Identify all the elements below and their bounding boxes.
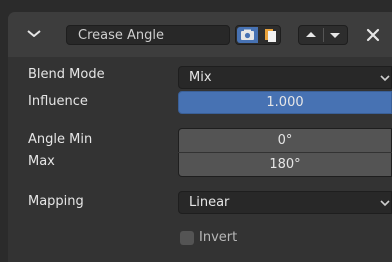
modifier-name-text: Crease Angle [78, 27, 164, 43]
modifier-panel: Crease Angle Blend Mode Mix Influence 1.… [8, 12, 392, 262]
blend-mode-label: Blend Mode [28, 67, 105, 82]
influence-slider[interactable]: 1.000 [178, 91, 392, 114]
blend-mode-dropdown[interactable]: Mix [178, 66, 392, 89]
copy-icon [265, 29, 276, 42]
render-camera-icon [241, 29, 254, 40]
max-field[interactable]: 180° [178, 153, 392, 177]
max-label: Max [28, 154, 55, 169]
visibility-toggles [235, 25, 281, 45]
move-up-icon[interactable] [304, 28, 318, 42]
close-icon[interactable] [362, 24, 384, 46]
collapse-chevron-icon[interactable] [25, 25, 43, 43]
mapping-dropdown[interactable]: Linear [178, 191, 392, 214]
render-toggle-button[interactable] [237, 27, 258, 43]
move-down-icon[interactable] [328, 28, 342, 42]
blend-mode-value: Mix [189, 70, 212, 85]
modifier-name-input[interactable]: Crease Angle [66, 25, 230, 45]
chevron-down-icon [380, 75, 390, 82]
mapping-value: Linear [189, 195, 230, 210]
influence-label: Influence [28, 94, 88, 109]
move-buttons [298, 25, 348, 45]
invert-checkbox[interactable] [180, 231, 194, 245]
invert-label: Invert [199, 230, 238, 245]
angle-min-field[interactable]: 0° [178, 128, 392, 152]
chevron-down-icon [380, 200, 390, 207]
move-separator [323, 28, 324, 42]
mapping-label: Mapping [28, 194, 84, 209]
angle-min-label: Angle Min [28, 132, 93, 147]
panel-header: Crease Angle [8, 12, 392, 57]
copy-toggle-button[interactable] [260, 27, 280, 43]
